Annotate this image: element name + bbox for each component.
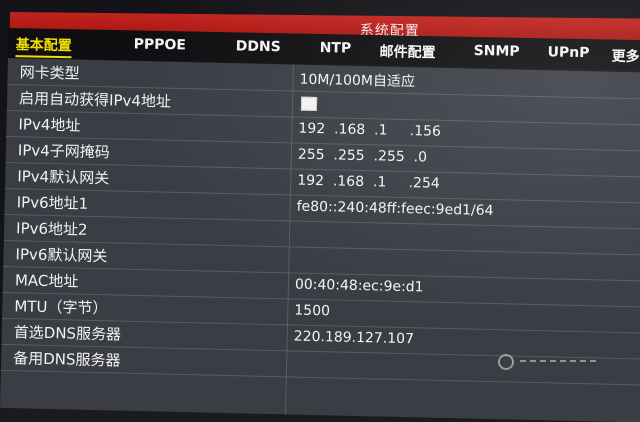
mtu-field[interactable]: 1500 bbox=[294, 303, 330, 320]
tab-pppoe[interactable]: PPPOE bbox=[134, 36, 187, 53]
ipv4-address-field[interactable]: 192 .168 .1 .156 bbox=[298, 121, 441, 140]
ipv6-address1-field[interactable]: fe80::240:48ff:feec:9ed1/64 bbox=[297, 199, 494, 219]
mtu-label: MTU（字节） bbox=[14, 297, 108, 318]
ipv4-mask-label: IPv4子网掩码 bbox=[17, 141, 110, 162]
ipv6-address1-label: IPv6地址1 bbox=[16, 193, 89, 213]
ipv4-gateway-label: IPv4默认网关 bbox=[17, 167, 110, 188]
primary-dns-label: 首选DNS服务器 bbox=[13, 323, 122, 344]
watermark-logo-icon bbox=[498, 354, 514, 370]
primary-dns-field[interactable]: 220.189.127.107 bbox=[294, 329, 415, 348]
ipv4-address-label: IPv4地址 bbox=[18, 115, 81, 135]
ipv6-address2-label: IPv6地址2 bbox=[15, 219, 88, 239]
tab-more[interactable]: 更多 bbox=[611, 46, 639, 67]
ipv4-gateway-field[interactable]: 192 .168 .1 .254 bbox=[297, 173, 440, 192]
tab-email-config[interactable]: 邮件配置 bbox=[379, 41, 435, 62]
tab-ddns[interactable]: DDNS bbox=[236, 38, 281, 55]
dhcp-label: 启用自动获得IPv4地址 bbox=[18, 89, 172, 111]
dhcp-checkbox[interactable] bbox=[300, 96, 318, 112]
tab-ntp[interactable]: NTP bbox=[320, 40, 352, 57]
ipv6-gateway-label: IPv6默认网关 bbox=[15, 245, 108, 266]
nic-type-select[interactable]: 10M/100M自适应 bbox=[299, 69, 415, 92]
tab-snmp[interactable]: SNMP bbox=[473, 43, 519, 60]
mac-address-value: 00:40:48:ec:9e:d1 bbox=[294, 276, 424, 296]
ipv4-mask-field[interactable]: 255 .255 .255 .0 bbox=[298, 147, 427, 166]
mac-address-label: MAC地址 bbox=[14, 271, 79, 291]
tab-basic-config[interactable]: 基本配置 bbox=[15, 34, 72, 59]
nic-type-label: 网卡类型 bbox=[19, 63, 80, 83]
tab-upnp[interactable]: UPnP bbox=[547, 44, 589, 61]
watermark bbox=[498, 352, 608, 370]
watermark-text-icon bbox=[520, 360, 600, 362]
secondary-dns-label: 备用DNS服务器 bbox=[12, 349, 121, 370]
